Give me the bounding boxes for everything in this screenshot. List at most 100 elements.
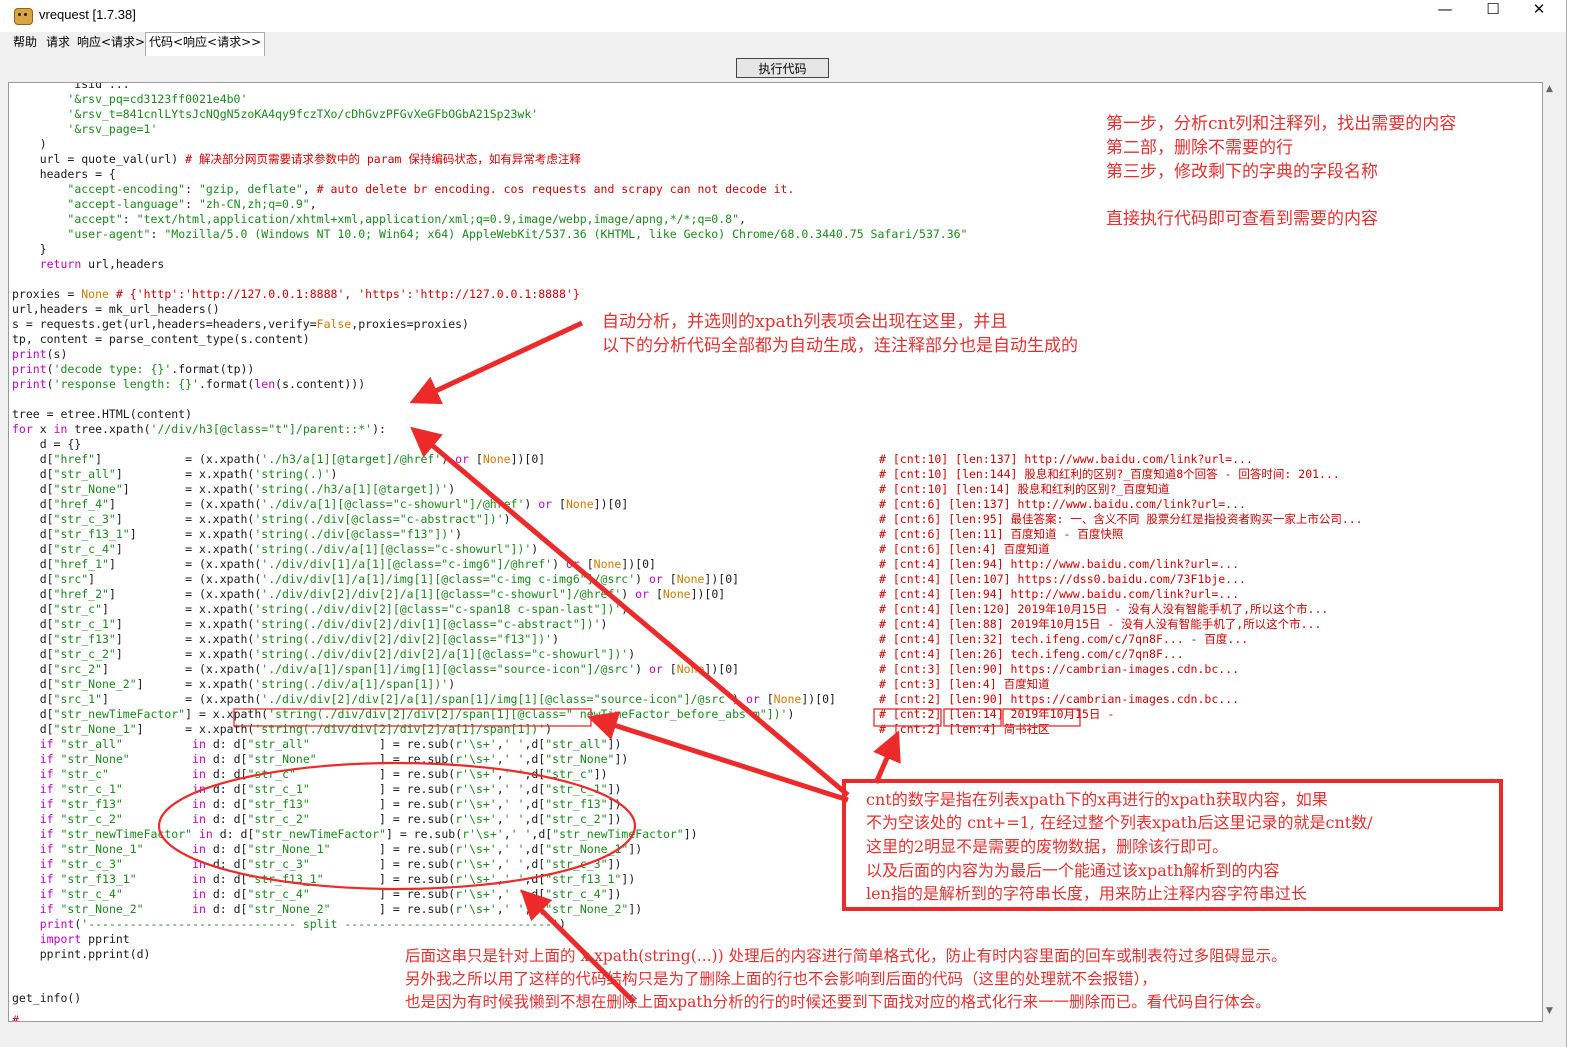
code-line: return url,headers xyxy=(39,257,165,271)
code-line: tree = etree.HTML(content) xyxy=(12,407,193,421)
result-comment: # [cnt:3] [len:4] 百度知道 xyxy=(879,677,1050,691)
status-bar xyxy=(8,1022,1560,1047)
code-line: if "str_f13" in d: d["str_f13" ] = re.su… xyxy=(39,797,622,811)
tab-response[interactable]: 响应<请求> xyxy=(74,33,148,55)
code-line: print('response length: {}'.format(len(s… xyxy=(12,377,366,391)
result-comment: # [cnt:4] [len:94] http://www.baidu.com/… xyxy=(879,587,1240,601)
code-line: "accept": "text/html,application/xhtml+x… xyxy=(67,212,746,226)
code-line: d["str_c_2"] = x.xpath('string(./div/div… xyxy=(12,647,636,661)
code-line: '&rsv_pq=cd3123ff0021e4b0' xyxy=(67,92,248,106)
code-line: if "str_c_2" in d: d["str_c_2" ] = re.su… xyxy=(39,812,622,826)
vertical-scrollbar[interactable]: ▲ ▼ xyxy=(1543,82,1560,1022)
close-button[interactable]: ✕ xyxy=(1516,0,1562,32)
result-comment: # [cnt:2] [len:90] https://cambrian-imag… xyxy=(879,692,1240,706)
code-line: d["href_4"] = (x.xpath('./div/a[1][@clas… xyxy=(12,497,629,511)
result-comment: # [cnt:4] [len:26] tech.ifeng.com/c/7qn8… xyxy=(879,647,1184,661)
code-line: if "str_all" in d: d["str_all" ] = re.su… xyxy=(39,737,622,751)
code-line: url = quote_val(url) # 解决部分网页需要请求参数中的 pa… xyxy=(12,152,581,166)
code-line: "accept-language": "zh-CN,zh;q=0.9", xyxy=(67,197,317,211)
code-line: print(s) xyxy=(12,347,68,361)
code-line: tp, content = parse_content_type(s.conte… xyxy=(12,332,310,346)
annotation-step-1: 第一步，分析cnt列和注释列，找出需要的内容 xyxy=(1106,114,1457,134)
scroll-up-icon[interactable]: ▲ xyxy=(1546,84,1553,94)
code-line: # xyxy=(12,1013,19,1022)
background-window-edge xyxy=(1567,0,1592,1047)
code-line: if "str_newTimeFactor" in d: d["str_newT… xyxy=(39,827,698,841)
result-comment: # [cnt:2] [len:4] 简书社区 xyxy=(879,722,1050,736)
code-line: print('------------------------------ sp… xyxy=(39,917,566,931)
annotation-cnt-2: 不为空该处的 cnt+=1, 在经过整个列表xpath后这里记录的就是cnt数/ xyxy=(866,813,1373,832)
result-comment: # [cnt:6] [len:11] 百度知道 - 百度快照 xyxy=(879,527,1124,541)
result-comment: # [cnt:2] [len:14] 2019年10月15日 - xyxy=(879,707,1115,721)
annotation-auto-1: 自动分析，并选则的xpath列表项会出现在这里，并且 xyxy=(602,312,1008,332)
annotation-bottom-1: 后面这串只是针对上面的 x.xpath(string(...)) 处理后的内容进… xyxy=(405,947,1287,965)
code-line: d["str_newTimeFactor"] = x.xpath('string… xyxy=(12,707,795,721)
code-line: '&rsv_page=1' xyxy=(67,122,158,136)
annotation-bottom-2: 另外我之所以用了这样的代码结构只是为了删除上面的行也不会影响到后面的代码（这里的… xyxy=(405,970,1157,988)
result-comment: # [cnt:3] [len:90] https://cambrian-imag… xyxy=(879,662,1240,676)
result-comment: # [cnt:4] [len:88] 2019年10月15日 - 没有人没有智能… xyxy=(879,617,1322,631)
minimize-button[interactable]: — xyxy=(1422,0,1468,32)
code-line: proxies = None # {'http':'http://127.0.0… xyxy=(12,287,580,301)
title-bar: vrequest [1.7.38] — ☐ ✕ xyxy=(0,0,1566,32)
annotation-cnt-3: 这里的2明显不是需要的废物数据，删除该行即可。 xyxy=(866,837,1229,856)
result-comment: # [cnt:10] [len:144] 股息和红利的区别?_百度知道8个回答 … xyxy=(879,467,1340,481)
code-line: print('decode type: {}'.format(tp)) xyxy=(12,362,255,376)
code-line: get_info() xyxy=(12,991,82,1005)
annotation-bottom-3: 也是因为有时候我懒到不想在删除上面xpath分析的行的时候还要到下面找对应的格式… xyxy=(405,993,1271,1011)
code-line: if "str_f13_1" in d: d["str_f13_1" ] = r… xyxy=(39,872,636,886)
code-line: url,headers = mk_url_headers() xyxy=(12,302,220,316)
scroll-down-icon[interactable]: ▼ xyxy=(1546,1006,1553,1016)
code-line: if "str_c" in d: d["str_c" ] = re.sub(r'… xyxy=(39,767,608,781)
code-line: s = requests.get(url,headers=headers,ver… xyxy=(12,317,469,331)
tab-code[interactable]: 代码<响应<请求>> xyxy=(145,32,266,56)
tab-request[interactable]: 请求 xyxy=(43,33,73,55)
window-title: vrequest [1.7.38] xyxy=(39,7,136,22)
annotation-cnt-4: 以及后面的内容为为最后一个能通过该xpath解析到的内容 xyxy=(866,861,1280,880)
maximize-button[interactable]: ☐ xyxy=(1470,0,1516,32)
code-line: for x in tree.xpath('//div/h3[@class="t"… xyxy=(12,422,386,436)
result-comment: # [cnt:10] [len:137] http://www.baidu.co… xyxy=(879,452,1253,466)
run-code-button[interactable]: 执行代码 [Alt+v] xyxy=(736,58,829,96)
code-line: d["href_2"] = (x.xpath('./div/div[2]/div… xyxy=(12,587,726,601)
code-line: d["href_1"] = (x.xpath('./div/div[1]/a[1… xyxy=(12,557,656,571)
code-line: if "str_c_3" in d: d["str_c_3" ] = re.su… xyxy=(39,857,622,871)
code-line: d["str_None_1"] = x.xpath('string(./div/… xyxy=(12,722,553,736)
code-line: import pprint xyxy=(39,932,130,946)
annotation-auto-2: 以下的分析代码全部都为自动生成，连注释部分也是自动生成的 xyxy=(602,336,1078,356)
code-line: d["str_None_2"] = x.xpath('string(./div/… xyxy=(12,677,456,691)
result-comment: # [cnt:4] [len:94] http://www.baidu.com/… xyxy=(879,557,1240,571)
result-comment: # [cnt:6] [len:4] 百度知道 xyxy=(879,542,1050,556)
annotation-step-2: 第二部，删除不需要的行 xyxy=(1106,138,1293,158)
code-line: "user-agent": "Mozilla/5.0 (Windows NT 1… xyxy=(67,227,968,241)
code-line: d = {} xyxy=(12,437,82,451)
code-line: pprint.pprint(d) xyxy=(12,947,151,961)
code-line: d["str_None"] = x.xpath('string(./h3/a[1… xyxy=(12,482,456,496)
code-line: ) xyxy=(12,137,47,151)
app-icon xyxy=(14,8,33,25)
code-line: d["str_c_3"] = x.xpath('string(./div[@cl… xyxy=(12,512,511,526)
annotation-cnt-1: cnt的数字是指在列表xpath下的x再进行的xpath获取内容，如果 xyxy=(866,790,1328,809)
code-line: d["str_c_1"] = x.xpath('string(./div/div… xyxy=(12,617,608,631)
code-line: if "str_c_4" in d: d["str_c_4" ] = re.su… xyxy=(39,887,622,901)
code-line: headers = { xyxy=(12,167,116,181)
code-line: d["str_f13_1"] = x.xpath('string(./div[@… xyxy=(12,527,463,541)
result-comment: # [cnt:6] [len:95] 最佳答案: 一、含义不同 股票分红是指投资… xyxy=(879,512,1363,526)
result-comment: # [cnt:4] [len:32] tech.ifeng.com/c/7qn8… xyxy=(879,632,1249,646)
annotation-step-3: 第三步，修改剩下的字典的字段名称 xyxy=(1106,162,1378,182)
code-line: 'isid'... xyxy=(12,82,130,91)
code-line: d["str_all"] = x.xpath('string(.)') xyxy=(12,467,338,481)
result-comment: # [cnt:6] [len:137] http://www.baidu.com… xyxy=(879,497,1246,511)
result-comment: # [cnt:4] [len:120] 2019年10月15日 - 没有人没有智… xyxy=(879,602,1329,616)
code-line: "accept-encoding": "gzip, deflate", # au… xyxy=(67,182,795,196)
code-line: if "str_None_2" in d: d["str_None_2" ] =… xyxy=(39,902,643,916)
code-line: d["href"] = (x.xpath('./h3/a[1][@target]… xyxy=(12,452,546,466)
code-line: if "str_None" in d: d["str_None" ] = re.… xyxy=(39,752,629,766)
code-line: d["str_c_4"] = x.xpath('string(./div/a[1… xyxy=(12,542,539,556)
tab-help[interactable]: 帮助 xyxy=(10,33,40,55)
code-line: d["src_1"] = (x.xpath('./div/div[2]/div[… xyxy=(12,692,836,706)
code-line: '&rsv_t=841cnlLYtsJcNQgN5zoKA4qy9fczTXo/… xyxy=(67,107,539,121)
result-comment: # [cnt:10] [len:14] 股息和红利的区别?_百度知道 xyxy=(879,482,1170,496)
annotation-step-4: 直接执行代码即可查看到需要的内容 xyxy=(1106,209,1378,229)
code-line: d["str_f13"] = x.xpath('string(./div/div… xyxy=(12,632,559,646)
